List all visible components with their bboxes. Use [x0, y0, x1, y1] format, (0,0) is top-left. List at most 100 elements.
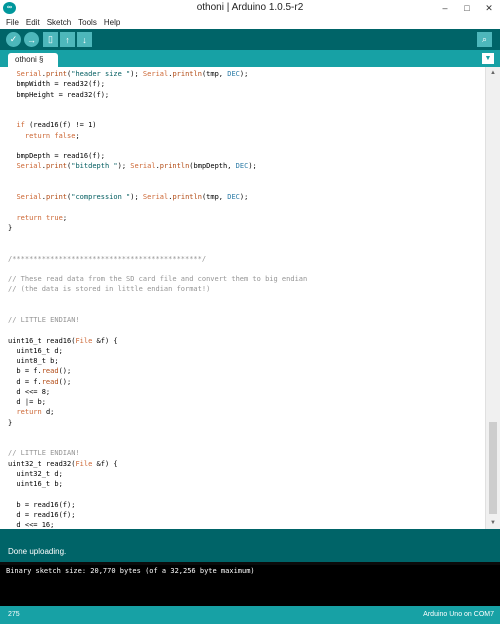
code-token: "header size " [71, 70, 131, 78]
code-token: ); [117, 162, 131, 171]
tab-menu-button[interactable]: ▼ [482, 53, 494, 64]
code-token: DEC [227, 70, 240, 78]
code-token: bmpHeight = read32(f); [8, 90, 110, 99]
code-editor[interactable]: Serial.print("header size "); Serial.pri… [0, 67, 485, 529]
code-line: bmpWidth = read32(f); [8, 79, 485, 89]
code-line: b = read16(f); [8, 500, 485, 510]
maximize-button[interactable]: □ [456, 0, 478, 16]
code-token: (read16(f) != 1) [24, 121, 97, 130]
code-token: (tmp, [201, 70, 228, 78]
chevron-down-icon: ▼ [484, 55, 492, 62]
scroll-up-icon[interactable]: ▲ [486, 67, 500, 79]
code-token: ); [130, 70, 143, 78]
menu-help[interactable]: Help [104, 16, 120, 29]
code-line: Serial.print("header size "); Serial.pri… [8, 69, 485, 79]
code-line: /***************************************… [8, 254, 485, 264]
menu-sketch[interactable]: Sketch [47, 16, 71, 29]
code-line: d <<= 16; [8, 520, 485, 529]
code-token: d = read16(f); [8, 510, 76, 519]
code-token: uint16_t read16( [8, 336, 76, 345]
code-token: File [75, 336, 93, 345]
code-token: DEC [227, 193, 240, 201]
code-token: ); [239, 70, 249, 78]
code-token: Serial [16, 162, 42, 171]
code-token: (); [58, 377, 72, 386]
code-line: return false; [8, 131, 485, 141]
board-info: Arduino Uno on COM7 [423, 611, 494, 618]
code-line: return d; [8, 407, 485, 417]
magnifier-icon: ⌕ [481, 34, 488, 44]
open-button[interactable]: ↑ [60, 32, 75, 47]
checkmark-icon: ✓ [9, 34, 18, 44]
code-token: // LITTLE ENDIAN! [8, 316, 80, 324]
arrow-down-icon: ↓ [82, 34, 87, 45]
panel-divider[interactable] [0, 529, 500, 542]
code-token: if [16, 121, 25, 130]
code-token: uint8_t b; [8, 357, 59, 365]
code-token: read [41, 377, 59, 386]
code-token: // These read data from the SD card file… [8, 275, 308, 283]
new-button[interactable]: ▯ [43, 32, 58, 47]
code-token: d; [41, 408, 55, 417]
editor-scrollbar[interactable]: ▲ ▼ [485, 67, 500, 529]
code-token: uint32_t d; [8, 469, 63, 478]
code-token: ); [248, 162, 257, 171]
code-token: print [45, 70, 68, 78]
code-token: d <<= 8; [8, 387, 51, 396]
tab-othoni[interactable]: othoni § [8, 53, 58, 67]
line-number: 275 [8, 611, 20, 618]
code-token: uint16_t d; [8, 346, 63, 355]
code-token: &f) { [92, 336, 118, 345]
code-token: false [54, 131, 76, 140]
code-token: (tmp, [201, 193, 228, 201]
save-button[interactable]: ↓ [77, 32, 92, 47]
menu-bar: File Edit Sketch Tools Help [0, 16, 500, 29]
window-controls: – □ ✕ [434, 0, 500, 16]
code-line: Serial.print("bitdepth "); Serial.printl… [8, 161, 485, 171]
code-token: Serial [142, 193, 169, 201]
minimize-button[interactable]: – [434, 0, 456, 16]
upload-button[interactable]: → [24, 32, 39, 47]
scroll-thumb[interactable] [489, 422, 497, 514]
code-token: File [75, 459, 93, 468]
code-line: return true; [8, 213, 485, 223]
code-token: bmpDepth = read16(f); [8, 152, 105, 160]
menu-tools[interactable]: Tools [78, 16, 97, 29]
close-button[interactable]: ✕ [478, 0, 500, 16]
code-token: println [172, 193, 202, 201]
code-line: uint16_t d; [8, 346, 485, 356]
code-line: // (the data is stored in little endian … [8, 284, 485, 294]
code-line: bmpDepth = read16(f); [8, 151, 485, 161]
code-token: Serial [16, 193, 42, 201]
menu-edit[interactable]: Edit [26, 16, 40, 29]
code-token: } [8, 418, 13, 427]
scroll-down-icon[interactable]: ▼ [486, 517, 500, 529]
code-token: "compression " [71, 193, 131, 201]
serial-monitor-button[interactable]: ⌕ [477, 32, 492, 47]
code-token: return [24, 131, 51, 140]
new-file-icon: ▯ [48, 34, 53, 44]
code-line: uint16_t b; [8, 479, 485, 489]
code-line: d <<= 8; [8, 387, 485, 397]
verify-button[interactable]: ✓ [6, 32, 21, 47]
code-token: println [172, 70, 202, 78]
code-line: if (read16(f) != 1) [8, 120, 485, 130]
code-token: read [41, 367, 59, 376]
code-token: d = f. [8, 377, 42, 386]
menu-file[interactable]: File [6, 16, 19, 29]
code-token: DEC [235, 162, 249, 171]
code-token: b = f. [8, 367, 42, 376]
code-line: Serial.print("compression "); Serial.pri… [8, 192, 485, 202]
code-token: return [16, 408, 42, 417]
